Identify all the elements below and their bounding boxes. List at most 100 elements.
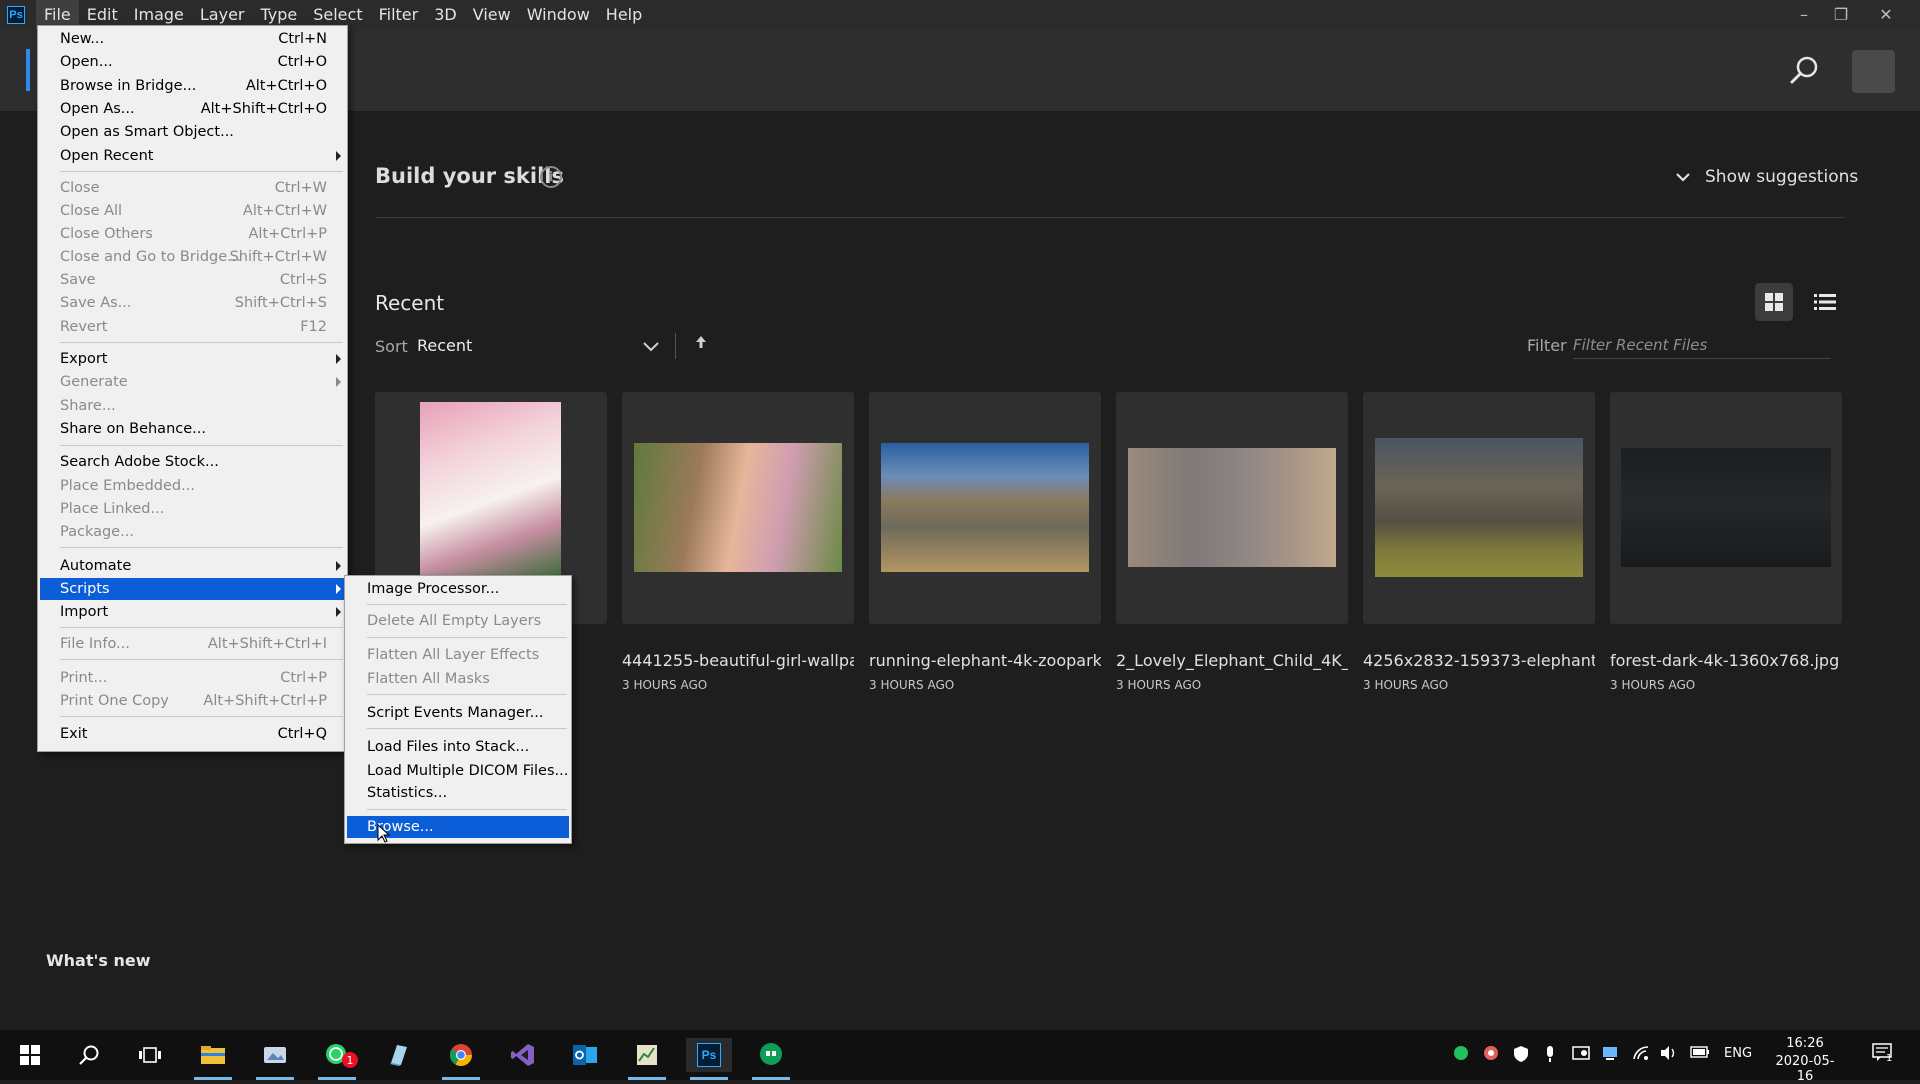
hangouts-icon[interactable] [748, 1038, 794, 1080]
photoshop-taskbar-icon[interactable]: Ps [686, 1038, 732, 1080]
image-thumbnail [1621, 448, 1831, 567]
menu-item-import[interactable]: Import [40, 601, 345, 623]
menu-item-share-behance[interactable]: Share on Behance... [40, 418, 345, 440]
security-shield-icon[interactable] [1513, 1045, 1529, 1067]
menu-item-open[interactable]: Open... Ctrl+O [40, 51, 345, 73]
chrome-icon[interactable] [438, 1038, 484, 1080]
battery-icon[interactable] [1690, 1046, 1710, 1062]
menu-item-new[interactable]: New... Ctrl+N [40, 28, 345, 50]
wifi-icon[interactable] [1632, 1045, 1650, 1065]
menu-item-flatten-masks: Flatten All Masks [367, 671, 490, 687]
menu-item-browse-in-bridge[interactable]: Browse in Bridge... Alt+Ctrl+O [40, 75, 345, 97]
recent-file-name[interactable]: 4441255-beautiful-girl-wallpap... [622, 651, 854, 670]
action-center-app-icon[interactable] [1572, 1045, 1590, 1065]
scripts-submenu: Image Processor... Delete All Empty Laye… [344, 575, 572, 844]
tray-app-icon[interactable] [1483, 1045, 1499, 1065]
grid-view-icon[interactable] [1755, 283, 1793, 321]
recent-file-name[interactable]: forest-dark-4k-1360x768.jpg [1610, 651, 1842, 670]
menu-filter[interactable]: Filter [371, 0, 427, 29]
sort-dropdown[interactable]: Recent [417, 336, 472, 355]
menu-item-script-events-manager[interactable]: Script Events Manager... [347, 702, 569, 724]
whatsapp-icon[interactable]: 1 [314, 1038, 360, 1080]
restore-button[interactable]: ❐ [1823, 0, 1859, 29]
menu-separator [60, 547, 343, 548]
divider [375, 217, 1845, 218]
photoshop-icon: Ps [697, 1043, 721, 1067]
recent-file-time: 3 HOURS AGO [1363, 678, 1449, 692]
menu-item-file-info: File Info... Alt+Shift+Ctrl+I [60, 636, 327, 652]
menu-item-export[interactable]: Export [40, 348, 345, 370]
recent-file-time: 3 HOURS AGO [622, 678, 708, 692]
menu-item-revert: Revert F12 [60, 319, 327, 335]
menu-item-open-recent[interactable]: Open Recent [40, 145, 345, 167]
info-icon[interactable]: i [540, 166, 562, 188]
search-icon[interactable] [1784, 51, 1824, 91]
notification-count: 1 [1886, 1053, 1893, 1064]
volume-icon[interactable] [1660, 1045, 1678, 1065]
notifications-icon[interactable]: 1 [1872, 1043, 1894, 1067]
language-indicator[interactable]: ENG [1724, 1046, 1752, 1061]
file-explorer-icon[interactable] [190, 1038, 236, 1080]
menu-item-delete-empty-layers: Delete All Empty Layers [367, 613, 542, 629]
menu-separator [60, 171, 343, 172]
menu-item-print: Print... Ctrl+P [60, 670, 327, 686]
sort-direction-icon[interactable] [695, 335, 707, 353]
search-icon[interactable] [66, 1038, 112, 1072]
recent-file-card[interactable] [622, 392, 854, 624]
show-suggestions-toggle[interactable]: Show suggestions [1675, 167, 1858, 187]
clock-time: 16:26 [1786, 1036, 1824, 1051]
task-view-icon[interactable] [127, 1038, 173, 1072]
visual-studio-icon[interactable] [500, 1038, 546, 1072]
display-icon[interactable] [1602, 1045, 1618, 1065]
menu-item-search-adobe-stock[interactable]: Search Adobe Stock... [40, 451, 345, 473]
menu-item-close: Close Ctrl+W [60, 180, 327, 196]
windows-start-icon[interactable] [7, 1038, 53, 1072]
menu-item-open-as[interactable]: Open As... Alt+Shift+Ctrl+O [40, 98, 345, 120]
microphone-icon[interactable] [1543, 1045, 1557, 1067]
menu-3d[interactable]: 3D [426, 0, 465, 29]
recent-file-name[interactable]: 2_Lovely_Elephant_Child_4K_... [1116, 651, 1348, 670]
recent-file-card[interactable] [869, 392, 1101, 624]
menu-item-statistics[interactable]: Statistics... [347, 782, 569, 804]
list-view-icon[interactable] [1806, 283, 1844, 321]
recent-file-card[interactable] [1116, 392, 1348, 624]
recent-file-card[interactable] [1363, 392, 1595, 624]
chevron-down-icon[interactable] [640, 335, 662, 357]
chevron-down-icon [1676, 173, 1690, 182]
recent-file-name[interactable]: running-elephant-4k-zoopark-... [869, 651, 1101, 670]
menu-window[interactable]: Window [519, 0, 598, 29]
notes-app-icon[interactable] [376, 1038, 422, 1072]
menu-item-automate[interactable]: Automate [40, 555, 345, 577]
menu-item-place-linked: Place Linked... [60, 501, 165, 517]
menu-view[interactable]: View [465, 0, 519, 29]
divider [675, 333, 676, 359]
menu-item-exit[interactable]: Exit Ctrl+Q [40, 723, 345, 745]
menu-item-flatten-layer-effects: Flatten All Layer Effects [367, 647, 540, 663]
minimize-button[interactable]: – [1786, 0, 1822, 29]
close-window-button[interactable]: ✕ [1868, 0, 1904, 29]
recent-file-card[interactable] [1610, 392, 1842, 624]
photoshop-logo-icon: Ps [7, 5, 25, 24]
photo-viewer-icon[interactable] [252, 1038, 298, 1080]
avatar[interactable] [1852, 50, 1895, 93]
whats-new-link[interactable]: What's new [46, 951, 151, 970]
menu-item-scripts[interactable]: Scripts [40, 578, 345, 600]
menu-separator [60, 342, 343, 343]
image-thumbnail [634, 443, 842, 572]
menu-item-load-files-stack[interactable]: Load Files into Stack... [347, 736, 569, 758]
menu-help[interactable]: Help [598, 0, 650, 29]
menu-separator [367, 637, 567, 638]
spreadsheet-app-icon[interactable] [624, 1038, 670, 1080]
menu-separator [60, 445, 343, 446]
recent-title: Recent [375, 291, 445, 315]
clock[interactable]: 16:26 2020-05-16 [1770, 1036, 1840, 1084]
menu-item-open-smart-object[interactable]: Open as Smart Object... [40, 121, 345, 143]
filter-input[interactable] [1573, 332, 1831, 359]
outlook-icon[interactable] [562, 1038, 608, 1072]
menu-item-image-processor[interactable]: Image Processor... [347, 578, 569, 600]
menu-separator [367, 809, 567, 810]
recent-file-name[interactable]: 4256x2832-159373-elephant-4... [1363, 651, 1595, 670]
tray-status-icon[interactable] [1453, 1045, 1469, 1065]
menu-item-load-dicom[interactable]: Load Multiple DICOM Files... [347, 760, 569, 782]
show-suggestions-label: Show suggestions [1705, 167, 1859, 187]
